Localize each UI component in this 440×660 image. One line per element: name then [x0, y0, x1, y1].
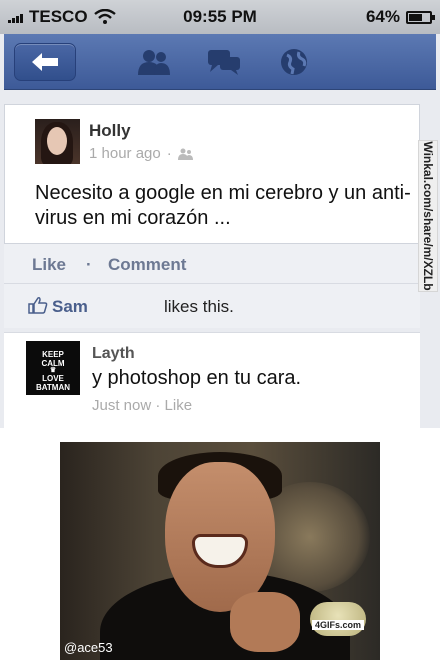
post-meta: 1 hour ago · [89, 145, 194, 162]
gif-logo: 4GIFs.com [310, 602, 366, 636]
post-author[interactable]: Holly [89, 121, 131, 141]
watermark-text: Winkal.com/share/m/XZLb [421, 141, 435, 291]
battery-percent: 64% [365, 7, 400, 26]
comment-author[interactable]: Layth [92, 345, 135, 363]
liker-name[interactable]: Sam [52, 297, 88, 317]
avatar[interactable]: KEEP CALM ♛ LOVE BATMAN [26, 341, 80, 395]
action-separator: · [86, 255, 92, 274]
avatar-text-3: LOVE [42, 374, 64, 383]
status-bar: TESCO 09:55 PM 64% [0, 0, 440, 34]
back-arrow-icon [32, 53, 58, 71]
nav-bar [4, 34, 436, 90]
share-watermark: Winkal.com/share/m/XZLb [418, 140, 438, 292]
globe-icon[interactable] [274, 44, 314, 80]
messages-icon[interactable] [204, 44, 244, 80]
photo-credit: @ace53 [64, 640, 113, 655]
comment-meta: Just now · Like [92, 397, 192, 414]
comment-like-button[interactable]: Like [165, 397, 193, 414]
comment-time: Just now [92, 397, 152, 414]
likes-suffix: likes this. [164, 297, 234, 316]
dot-separator: · [166, 145, 172, 162]
person-hand [230, 592, 300, 652]
reaction-photo: 4GIFs.com @ace53 [60, 442, 380, 660]
back-button[interactable] [14, 43, 76, 81]
comment-text: y photoshop en tu cara. [92, 367, 302, 389]
friends-icon[interactable] [134, 44, 174, 80]
comment-button[interactable]: Comment [108, 255, 186, 275]
gif-logo-text: 4GIFs.com [311, 620, 364, 630]
phone-screen: TESCO 09:55 PM 64% Holly 1 hour ago · Ne… [0, 0, 440, 428]
likes-row: Sam likes this. [4, 284, 420, 328]
avatar-text-1: KEEP [42, 350, 64, 359]
avatar-text-4: BATMAN [35, 383, 71, 392]
post-time: 1 hour ago [89, 145, 161, 162]
thumbs-up-icon [28, 297, 48, 314]
post-actions: Like · Comment [4, 244, 420, 284]
dot-separator: · [155, 397, 165, 414]
battery-group: 64% [365, 7, 435, 27]
avatar[interactable] [35, 119, 80, 164]
friends-privacy-icon [177, 148, 193, 160]
like-button[interactable]: Like [32, 255, 66, 275]
post-card: Holly 1 hour ago · Necesito a google en … [4, 104, 420, 244]
battery-icon [406, 10, 435, 24]
comment-card: KEEP CALM ♛ LOVE BATMAN Layth y photosho… [4, 332, 420, 428]
post-text: Necesito a google en mi cerebro y un ant… [35, 182, 411, 229]
nav-icon-group [134, 44, 314, 80]
